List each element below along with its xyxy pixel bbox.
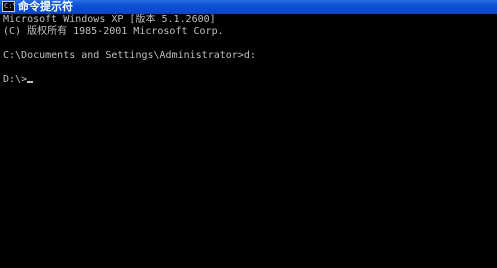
cmd-icon[interactable]: C:\ xyxy=(2,1,15,12)
console-prompt: D:\> xyxy=(3,74,28,85)
window-title: 命令提示符 xyxy=(18,0,73,13)
console-line-command: C:\Documents and Settings\Administrator>… xyxy=(3,50,256,61)
console-output[interactable]: Microsoft Windows XP [版本 5.1.2600] (C) 版… xyxy=(0,14,497,268)
text-cursor xyxy=(27,81,34,83)
console-prompt-line[interactable]: D:\> xyxy=(3,74,497,86)
title-bar[interactable]: C:\ 命令提示符 xyxy=(0,0,497,14)
console-line-version: Microsoft Windows XP [版本 5.1.2600] xyxy=(3,14,216,25)
command-prompt-window: C:\ 命令提示符 Microsoft Windows XP [版本 5.1.2… xyxy=(0,0,497,268)
console-line-copyright: (C) 版权所有 1985-2001 Microsoft Corp. xyxy=(3,26,224,37)
